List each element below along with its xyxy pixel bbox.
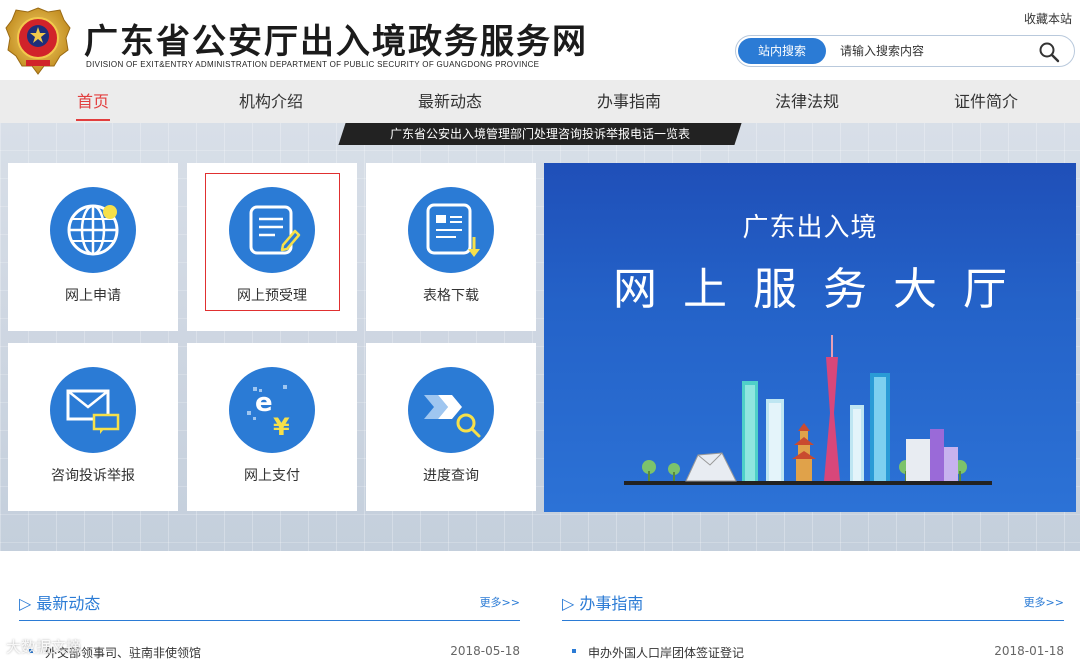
divider <box>562 620 1064 621</box>
svg-text:e: e <box>255 388 273 418</box>
bookmark-link[interactable]: 收藏本站 <box>1024 10 1072 27</box>
tile-label: 网上支付 <box>244 468 300 484</box>
triangle-right-icon: ▷ <box>562 594 580 613</box>
news-more-link[interactable]: 更多>> <box>480 594 520 610</box>
site-title: 广东省公安厅出入境政务服务网 <box>84 22 588 62</box>
banner-subtitle: 广东出入境 <box>742 213 878 243</box>
list-item-date: 2018-05-18 <box>450 644 520 658</box>
tile-icon-circle <box>229 187 315 273</box>
panel-title-text: 办事指南 <box>579 594 644 613</box>
tile-consult-complaint[interactable]: 咨询投诉举报 <box>8 343 178 511</box>
document-edit-icon <box>249 205 301 255</box>
tile-label: 咨询投诉举报 <box>51 468 135 484</box>
triangle-right-icon: ▷ <box>19 594 37 613</box>
form-download-icon <box>426 203 480 257</box>
nav-item-certificates[interactable]: 证件简介 <box>941 80 1031 123</box>
panel-title: ▷ 办事指南 <box>562 590 643 614</box>
tile-online-payment[interactable]: e ¥ 网上支付 <box>187 343 357 511</box>
online-service-hall-banner[interactable]: 广东出入境 网上服务大厅 <box>544 163 1076 512</box>
panel-title-text: 最新动态 <box>36 594 101 613</box>
progress-search-icon <box>424 395 481 438</box>
list-item-title: 申办外国人口岸团体签证登记 <box>588 646 745 660</box>
site-header: 广东省公安厅出入境政务服务网 DIVISION OF EXIT&ENTRY AD… <box>0 0 1080 80</box>
tile-label: 网上预受理 <box>237 288 307 304</box>
bullet-icon <box>572 649 576 653</box>
tile-icon-circle <box>408 187 494 273</box>
news-panel: ▷ 最新动态 更多>> 外交部领事司、驻南非使领馆 2018-05-18 <box>3 580 532 671</box>
tile-icon-circle <box>408 367 494 453</box>
tile-online-preaccept[interactable]: 网上预受理 <box>187 163 357 331</box>
tile-progress-query[interactable]: 进度查询 <box>366 343 536 511</box>
tile-form-download[interactable]: 表格下载 <box>366 163 536 331</box>
tile-label: 网上申请 <box>65 288 121 304</box>
banner-title: 网上服务大厅 <box>613 264 1033 315</box>
svg-text:¥: ¥ <box>273 413 290 441</box>
globe-icon <box>67 204 119 256</box>
nav-item-laws[interactable]: 法律法规 <box>762 80 852 123</box>
nav-item-about[interactable]: 机构介绍 <box>226 80 316 123</box>
e-payment-icon: e ¥ <box>247 385 290 441</box>
list-item[interactable]: 申办外国人口岸团体签证登记 2018-01-18 <box>562 642 1064 662</box>
tile-icon-circle: e ¥ <box>229 367 315 453</box>
site-subtitle-en: DIVISION OF EXIT&ENTRY ADMINISTRATION DE… <box>86 60 540 69</box>
nav-item-home[interactable]: 首页 <box>58 80 128 123</box>
police-emblem-icon[interactable] <box>4 6 72 76</box>
tile-icon-circle <box>50 367 136 453</box>
panel-title: ▷ 最新动态 <box>19 590 100 614</box>
notice-link[interactable]: 广东省公安出入境管理部门处理咨询投诉举报电话一览表 <box>342 123 738 145</box>
search-input[interactable] <box>840 40 1020 62</box>
guide-panel: ▷ 办事指南 更多>> 申办外国人口岸团体签证登记 2018-01-18 <box>546 580 1076 671</box>
search-icon[interactable] <box>1038 41 1060 63</box>
divider <box>19 620 520 621</box>
tile-online-apply[interactable]: 网上申请 <box>8 163 178 331</box>
guide-more-link[interactable]: 更多>> <box>1024 594 1064 610</box>
list-item-date: 2018-01-18 <box>994 644 1064 658</box>
city-skyline-icon <box>624 335 992 485</box>
site-search: 站内搜索 <box>735 35 1075 67</box>
watermark-text: 大数据文摘 <box>6 638 82 656</box>
tile-label: 进度查询 <box>423 468 479 484</box>
nav-item-guide[interactable]: 办事指南 <box>584 80 674 123</box>
nav-item-news[interactable]: 最新动态 <box>405 80 495 123</box>
main-nav: 首页 机构介绍 最新动态 办事指南 法律法规 证件简介 <box>0 80 1080 123</box>
list-item[interactable]: 外交部领事司、驻南非使领馆 2018-05-18 <box>19 642 520 662</box>
search-scope-tab[interactable]: 站内搜索 <box>738 38 826 64</box>
mail-chat-icon <box>66 389 120 434</box>
tile-icon-circle <box>50 187 136 273</box>
tile-label: 表格下载 <box>423 288 479 304</box>
